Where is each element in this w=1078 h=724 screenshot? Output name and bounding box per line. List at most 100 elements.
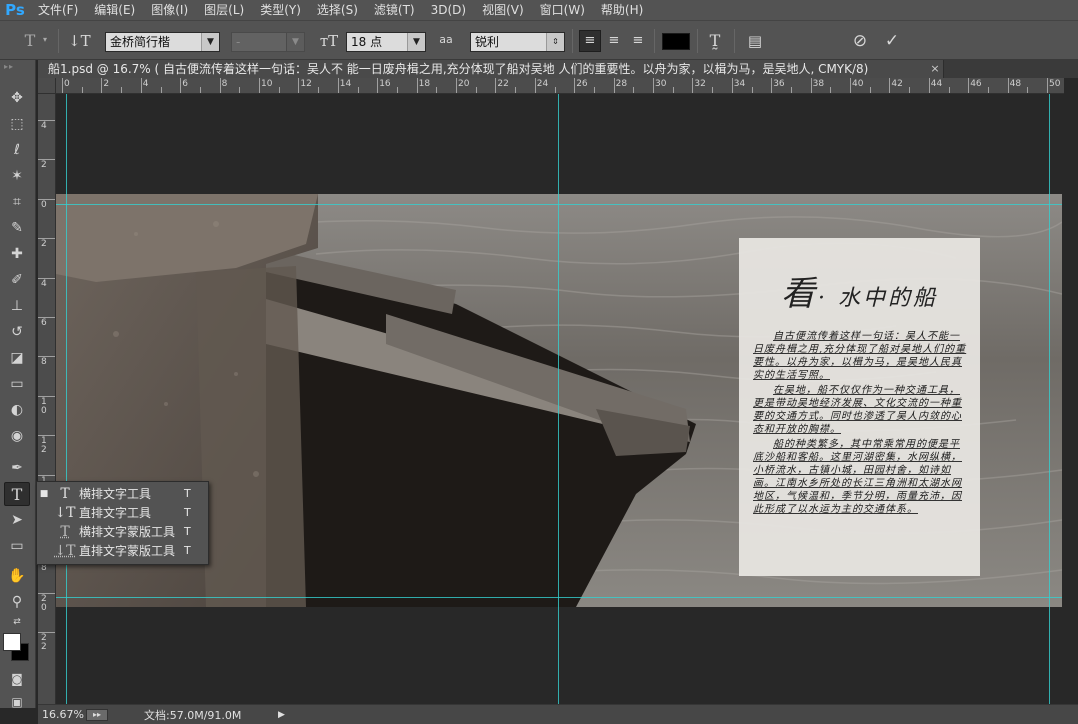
- font-style-select[interactable]: - ▼: [231, 32, 305, 52]
- menu-3d[interactable]: 3D(D): [423, 0, 474, 20]
- toggle-text-orientation-icon[interactable]: ↓T: [68, 32, 91, 50]
- separator: [697, 29, 698, 53]
- brush-tool-icon[interactable]: ✐: [4, 268, 30, 292]
- flyout-label: 直排文字工具: [79, 506, 152, 520]
- flyout-horizontal-type-mask-tool[interactable]: T 横排文字蒙版工具 T: [37, 522, 208, 541]
- pen-tool-icon[interactable]: ✒: [4, 456, 30, 480]
- move-tool-icon[interactable]: ✥: [4, 86, 30, 110]
- align-right-icon[interactable]: ≡: [627, 30, 649, 52]
- guide-vertical[interactable]: [66, 94, 67, 704]
- ruler-origin[interactable]: [38, 78, 56, 94]
- foreground-color-swatch[interactable]: [3, 633, 21, 651]
- align-center-icon[interactable]: ≡: [603, 30, 625, 52]
- horizontal-ruler[interactable]: 0 2 4 6 8 10 12 14 16 18 20 22 24 26 28 30 32 34 36 38 40 42 4…: [56, 78, 1064, 94]
- swap-colors-icon[interactable]: ⇄: [4, 616, 30, 628]
- ruler-tick: [396, 87, 398, 93]
- ruler-tick: [987, 87, 989, 93]
- rectangle-tool-icon[interactable]: ▭: [4, 534, 30, 558]
- lasso-tool-icon[interactable]: ℓ: [4, 138, 30, 162]
- dodge-tool-icon[interactable]: ◉: [4, 424, 30, 448]
- text-color-swatch[interactable]: [662, 33, 690, 50]
- gradient-tool-icon[interactable]: ▭: [4, 372, 30, 396]
- vertical-ruler[interactable]: 42024681 01 21 41 61 82 02 2: [38, 94, 56, 704]
- menu-edit[interactable]: 编辑(E): [86, 0, 143, 20]
- menu-select[interactable]: 选择(S): [309, 0, 366, 20]
- separator: [58, 29, 59, 53]
- ruler-label: 24: [536, 79, 549, 89]
- eraser-tool-icon[interactable]: ◪: [4, 346, 30, 370]
- flyout-label: 横排文字工具: [79, 487, 152, 501]
- antialias-select[interactable]: 锐利 ⇕: [470, 32, 565, 52]
- separator: [734, 29, 735, 53]
- flyout-horizontal-type-tool[interactable]: ■ T 横排文字工具 T: [37, 484, 208, 503]
- crop-tool-icon[interactable]: ⌗: [4, 190, 30, 214]
- zoom-tool-icon[interactable]: ⚲: [4, 590, 30, 614]
- menu-layer[interactable]: 图层(L): [196, 0, 252, 20]
- ruler-tick: [38, 238, 55, 240]
- chevron-down-icon[interactable]: ▾: [40, 35, 50, 44]
- menu-view[interactable]: 视图(V): [474, 0, 532, 20]
- ruler-label: 8: [41, 357, 47, 368]
- ruler-tick: [81, 87, 83, 93]
- magic-wand-tool-icon[interactable]: ✶: [4, 164, 30, 188]
- menu-image[interactable]: 图像(I): [143, 0, 196, 20]
- font-size-select[interactable]: 18 点 ▼: [346, 32, 426, 52]
- ruler-tick: [790, 87, 792, 93]
- type-tool-icon[interactable]: T: [4, 482, 30, 506]
- guide-horizontal[interactable]: [56, 204, 1062, 205]
- align-left-icon[interactable]: ≡: [579, 30, 601, 52]
- vertical-type-mask-icon: ↓T: [54, 542, 76, 559]
- text-box[interactable]: 看· 水中的船 自古便流传着这样一句话：吴人不能一日废舟楫之用,充分体现了船对吴…: [739, 238, 980, 576]
- commit-check-icon[interactable]: ✓: [880, 29, 904, 53]
- ruler-tick: [160, 87, 162, 93]
- ruler-tick: [101, 78, 103, 93]
- menu-type[interactable]: 类型(Y): [252, 0, 309, 20]
- path-selection-tool-icon[interactable]: ➤: [4, 508, 30, 532]
- panel-grip-icon[interactable]: ▸▸: [4, 62, 14, 71]
- healing-brush-tool-icon[interactable]: ✚: [4, 242, 30, 266]
- status-menu-arrow-icon[interactable]: ▶: [278, 710, 285, 720]
- heading-rest: · 水中的船: [818, 286, 938, 311]
- warp-text-icon[interactable]: T̰: [704, 30, 726, 52]
- ruler-tick: [377, 78, 379, 93]
- cancel-icon[interactable]: ⊘: [848, 29, 872, 53]
- clone-stamp-tool-icon[interactable]: ⊥: [4, 294, 30, 318]
- ruler-tick: [38, 435, 55, 437]
- document-heading: 看· 水中的船: [739, 266, 980, 315]
- ruler-tick: [692, 78, 694, 93]
- ruler-tick: [38, 632, 55, 634]
- ruler-label: 4: [41, 121, 47, 131]
- canvas-area[interactable]: 看· 水中的船 自古便流传着这样一句话：吴人不能一日废舟楫之用,充分体现了船对吴…: [56, 94, 1078, 704]
- screen-mode-icon[interactable]: ▣: [4, 690, 30, 714]
- menu-filter[interactable]: 滤镜(T): [366, 0, 423, 20]
- guide-vertical[interactable]: [558, 94, 559, 704]
- document-tab[interactable]: 船1.psd @ 16.7% ( 自古便流传着这样一句话：吴人不 能一日废舟楫之…: [38, 60, 944, 78]
- quick-mask-icon[interactable]: ◙: [4, 667, 30, 691]
- chevron-down-icon: ▼: [201, 33, 219, 51]
- hand-tool-icon[interactable]: ✋: [4, 564, 30, 588]
- menu-file[interactable]: 文件(F): [30, 0, 86, 20]
- status-info-icon[interactable]: ▸▸: [86, 708, 108, 721]
- ruler-label: 14: [339, 79, 352, 89]
- history-brush-tool-icon[interactable]: ↺: [4, 320, 30, 344]
- guide-horizontal[interactable]: [56, 597, 1062, 598]
- character-panel-icon[interactable]: ▤: [744, 30, 766, 52]
- eyedropper-tool-icon[interactable]: ✎: [4, 216, 30, 240]
- ruler-tick: [121, 87, 123, 93]
- zoom-level[interactable]: 16.67%: [38, 708, 86, 721]
- tool-preset-icon[interactable]: T: [20, 31, 40, 50]
- blur-tool-icon[interactable]: ◐: [4, 398, 30, 422]
- font-style-value: -: [236, 35, 241, 49]
- flyout-vertical-type-mask-tool[interactable]: ↓T 直排文字蒙版工具 T: [37, 541, 208, 560]
- menu-help[interactable]: 帮助(H): [593, 0, 651, 20]
- close-tab-icon[interactable]: ×: [928, 60, 942, 78]
- document-body-text[interactable]: 自古便流传着这样一句话：吴人不能一日废舟楫之用,充分体现了船对吴地人们的重要性。…: [753, 330, 969, 518]
- marquee-tool-icon[interactable]: ⬚: [4, 112, 30, 136]
- font-family-select[interactable]: 金桥简行楷 ▼: [105, 32, 220, 52]
- ruler-label: 28: [615, 79, 628, 89]
- heading-char: 看: [781, 274, 818, 314]
- separator: [654, 29, 655, 53]
- menu-window[interactable]: 窗口(W): [532, 0, 593, 20]
- guide-vertical[interactable]: [1049, 94, 1050, 704]
- flyout-vertical-type-tool[interactable]: ↓T 直排文字工具 T: [37, 503, 208, 522]
